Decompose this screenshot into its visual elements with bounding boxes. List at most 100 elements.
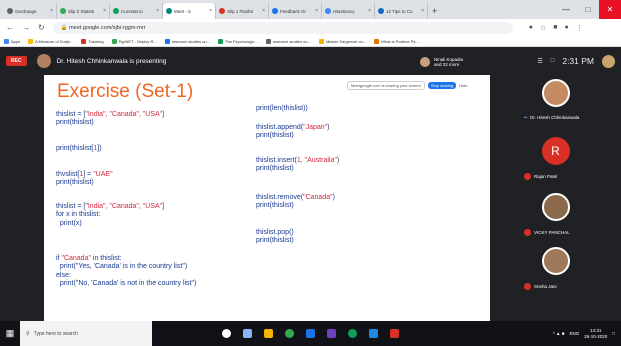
forward-icon[interactable]: → <box>22 23 30 32</box>
code-block: if "Canada" in thislist: print("Yes, 'Ca… <box>56 255 196 289</box>
tray-icons[interactable]: ^ ▲ ■ <box>553 331 565 336</box>
taskbar-search-input[interactable]: ⚲ Type here to search <box>20 321 152 346</box>
tab-favicon-icon <box>219 8 225 14</box>
joiner-avatar <box>420 57 430 67</box>
browser-tab[interactable]: relaxtioncy × <box>322 3 375 19</box>
tab-label: Feedback Gr <box>280 8 307 14</box>
url-input[interactable]: 🔒 meet.google.com/xjbi-rggm-mrr <box>52 21 513 34</box>
browser-tab[interactable]: Cursstat to × <box>110 3 163 19</box>
file-explorer-icon[interactable] <box>264 329 273 338</box>
close-tab-icon[interactable]: × <box>209 8 212 14</box>
new-tab-button[interactable]: + <box>432 6 437 16</box>
app-icon[interactable] <box>369 329 378 338</box>
bookmark-item[interactable]: Apps <box>4 38 21 44</box>
minimize-button[interactable]: — <box>555 0 577 19</box>
profile-icon[interactable]: ● <box>564 24 568 32</box>
bookmark-item[interactable]: A Measure of Subje... <box>28 38 74 44</box>
code-token: print(x) <box>56 219 82 227</box>
app-icon[interactable] <box>348 329 357 338</box>
app-icon[interactable] <box>327 329 336 338</box>
tab-label: Meet - ic <box>174 8 192 14</box>
extension-icon[interactable]: ■ <box>553 24 557 32</box>
bookmark-item[interactable]: PgcNET - Deploy R... <box>111 38 157 44</box>
language-indicator[interactable]: ENG <box>569 331 579 336</box>
code-token: thvslist[ <box>56 171 80 178</box>
code-token: "Japan" <box>303 124 328 131</box>
speaking-icon: •• <box>524 115 528 120</box>
bookmark-label: Tracking <box>88 38 104 44</box>
joiner-sub: and 22 more <box>434 62 460 67</box>
meet-header: REC Dr. Hitesh Chhinkanwala is presentin… <box>0 47 621 75</box>
code-token: ) <box>332 194 335 201</box>
mic-muted-icon <box>524 283 531 290</box>
code-block: thislist.pop() print(thislist) <box>256 229 294 246</box>
participant-tile[interactable]: Sneha Jani <box>494 247 617 290</box>
participant-tile[interactable]: R Rajan Patel <box>494 137 617 180</box>
bookmark-icon <box>318 38 324 44</box>
people-icon[interactable]: ☰ <box>537 58 542 65</box>
menu-icon[interactable]: ⋮ <box>576 24 583 32</box>
bookmark-icon <box>164 38 170 44</box>
back-icon[interactable]: ← <box>6 23 14 32</box>
maximize-button[interactable]: □ <box>577 0 599 19</box>
cortana-icon[interactable] <box>222 329 231 338</box>
hide-button[interactable]: Hide <box>459 83 467 88</box>
bookmark-item[interactable]: Tracking <box>81 38 104 44</box>
reload-icon[interactable]: ↻ <box>38 23 45 32</box>
participant-name: •• Dr. Hitesh Chhinkanwala <box>524 115 579 120</box>
close-window-button[interactable]: ✕ <box>599 0 621 19</box>
bookmark-icon <box>111 38 117 44</box>
close-tab-icon[interactable]: × <box>103 8 106 14</box>
close-tab-icon[interactable]: × <box>368 8 371 14</box>
bookmark-label: Apps <box>11 38 21 44</box>
code-token: print(thislist) <box>256 237 294 245</box>
windows-start-icon[interactable]: ▦ <box>0 328 20 339</box>
chat-icon[interactable]: □ <box>551 58 555 64</box>
bookmark-icon <box>28 38 34 44</box>
bookmark-icon <box>265 38 271 44</box>
notification-icon[interactable]: □ <box>612 331 615 336</box>
browser-tab[interactable]: Feedback Gr × <box>269 3 322 19</box>
app-icon[interactable] <box>390 329 399 338</box>
tab-favicon-icon <box>272 8 278 14</box>
clock[interactable]: 14:31 26-10-2020 <box>584 328 607 340</box>
participant-name-label: Sneha Jani <box>534 284 557 289</box>
bookmark-item[interactable]: The Psychologic... <box>218 38 258 44</box>
code-token: ) <box>336 157 340 164</box>
participant-tile[interactable]: •• Dr. Hitesh Chhinkanwala <box>494 79 617 120</box>
bookmark-item[interactable]: research studies on... <box>265 38 311 44</box>
stop-sharing-button[interactable]: Stop sharing <box>427 81 457 89</box>
participant-tile[interactable]: VICKY PANCHAL <box>494 193 617 236</box>
bookmark-item[interactable]: What is Positive Ps... <box>374 38 419 44</box>
screen-share-bar: Meetgoogle.com is sharing your screen St… <box>347 78 495 92</box>
close-tab-icon[interactable]: × <box>50 8 53 14</box>
bookmark-item[interactable]: research studies on... <box>164 38 210 44</box>
bookmark-item[interactable]: Master Sargenzei on... <box>318 38 366 44</box>
user-avatar[interactable] <box>602 54 615 68</box>
bookmark-star-icon[interactable]: ☆ <box>540 24 546 32</box>
close-tab-icon[interactable]: × <box>315 8 318 14</box>
bookmarks-bar: Apps A Measure of Subje... Tracking PgcNET … <box>0 36 621 47</box>
tab-favicon-icon <box>325 8 331 14</box>
code-block: thvslist[1] = "UAE" print(thislist) <box>56 171 113 188</box>
browser-tab[interactable]: Slip 2 Statisti × <box>57 3 110 19</box>
code-token: ]) <box>97 145 102 152</box>
participant-avatar <box>541 79 570 107</box>
app-icon[interactable] <box>306 329 315 338</box>
camera-icon[interactable]: ● <box>529 24 533 32</box>
chrome-icon[interactable] <box>285 329 294 338</box>
participant-name-label: VICKY PANCHAL <box>534 230 570 235</box>
close-tab-icon[interactable]: × <box>421 8 424 14</box>
close-tab-icon[interactable]: × <box>156 8 159 14</box>
bookmark-label: A Measure of Subje... <box>35 38 74 44</box>
task-view-icon[interactable] <box>243 329 252 338</box>
code-block: print(len(thislist)) <box>256 105 308 113</box>
code-token: print(thislist[ <box>56 145 94 152</box>
browser-tab[interactable]: Gerdrauge × <box>4 3 57 19</box>
close-tab-icon[interactable]: × <box>262 8 265 14</box>
browser-tab[interactable]: Meet - ic × <box>163 3 216 19</box>
code-token: print("No, 'Canada' is not in the countr… <box>56 280 197 288</box>
browser-tab[interactable]: Slip 1 Flashtr × <box>216 3 269 19</box>
browser-tab[interactable]: 12 Tips to Co × <box>375 3 428 19</box>
slide-title: Exercise (Set-1) <box>57 81 194 102</box>
